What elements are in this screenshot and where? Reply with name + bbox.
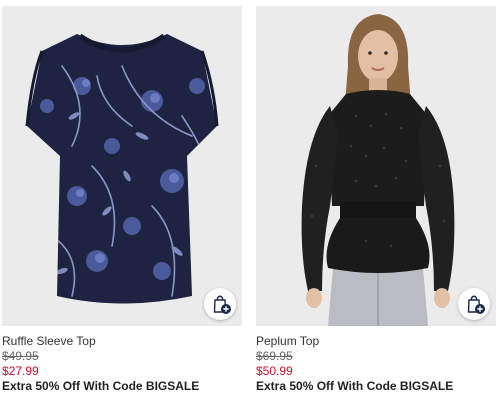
original-price: $69.95 (256, 349, 293, 363)
product-name[interactable]: Ruffle Sleeve Top (2, 334, 242, 349)
product-info: Ruffle Sleeve Top $49.95 $27.99 Extra 50… (2, 326, 242, 394)
product-image[interactable] (256, 6, 496, 326)
original-price: $49.95 (2, 349, 39, 363)
sale-price: $27.99 (2, 364, 39, 378)
product-name[interactable]: Peplum Top (256, 334, 496, 349)
sale-price: $50.99 (256, 364, 293, 378)
shopping-bag-plus-icon (467, 295, 485, 314)
product-card-ruffle-sleeve-top[interactable]: Ruffle Sleeve Top $49.95 $27.99 Extra 50… (2, 6, 242, 394)
product-card-peplum-top[interactable]: Peplum Top $69.95 $50.99 Extra 50% Off W… (256, 6, 496, 394)
model-in-black-peplum-top-image (301, 14, 455, 326)
add-to-bag-button[interactable] (204, 288, 236, 320)
product-info: Peplum Top $69.95 $50.99 Extra 50% Off W… (256, 326, 496, 394)
product-grid: Ruffle Sleeve Top $49.95 $27.99 Extra 50… (0, 0, 500, 408)
add-to-bag-button[interactable] (458, 288, 490, 320)
promo-text: Extra 50% Off With Code BIGSALE (2, 379, 200, 393)
shopping-bag-plus-icon (213, 295, 231, 314)
navy-floral-blouse-image (25, 33, 219, 304)
product-image[interactable] (2, 6, 242, 326)
promo-text: Extra 50% Off With Code BIGSALE (256, 379, 454, 393)
